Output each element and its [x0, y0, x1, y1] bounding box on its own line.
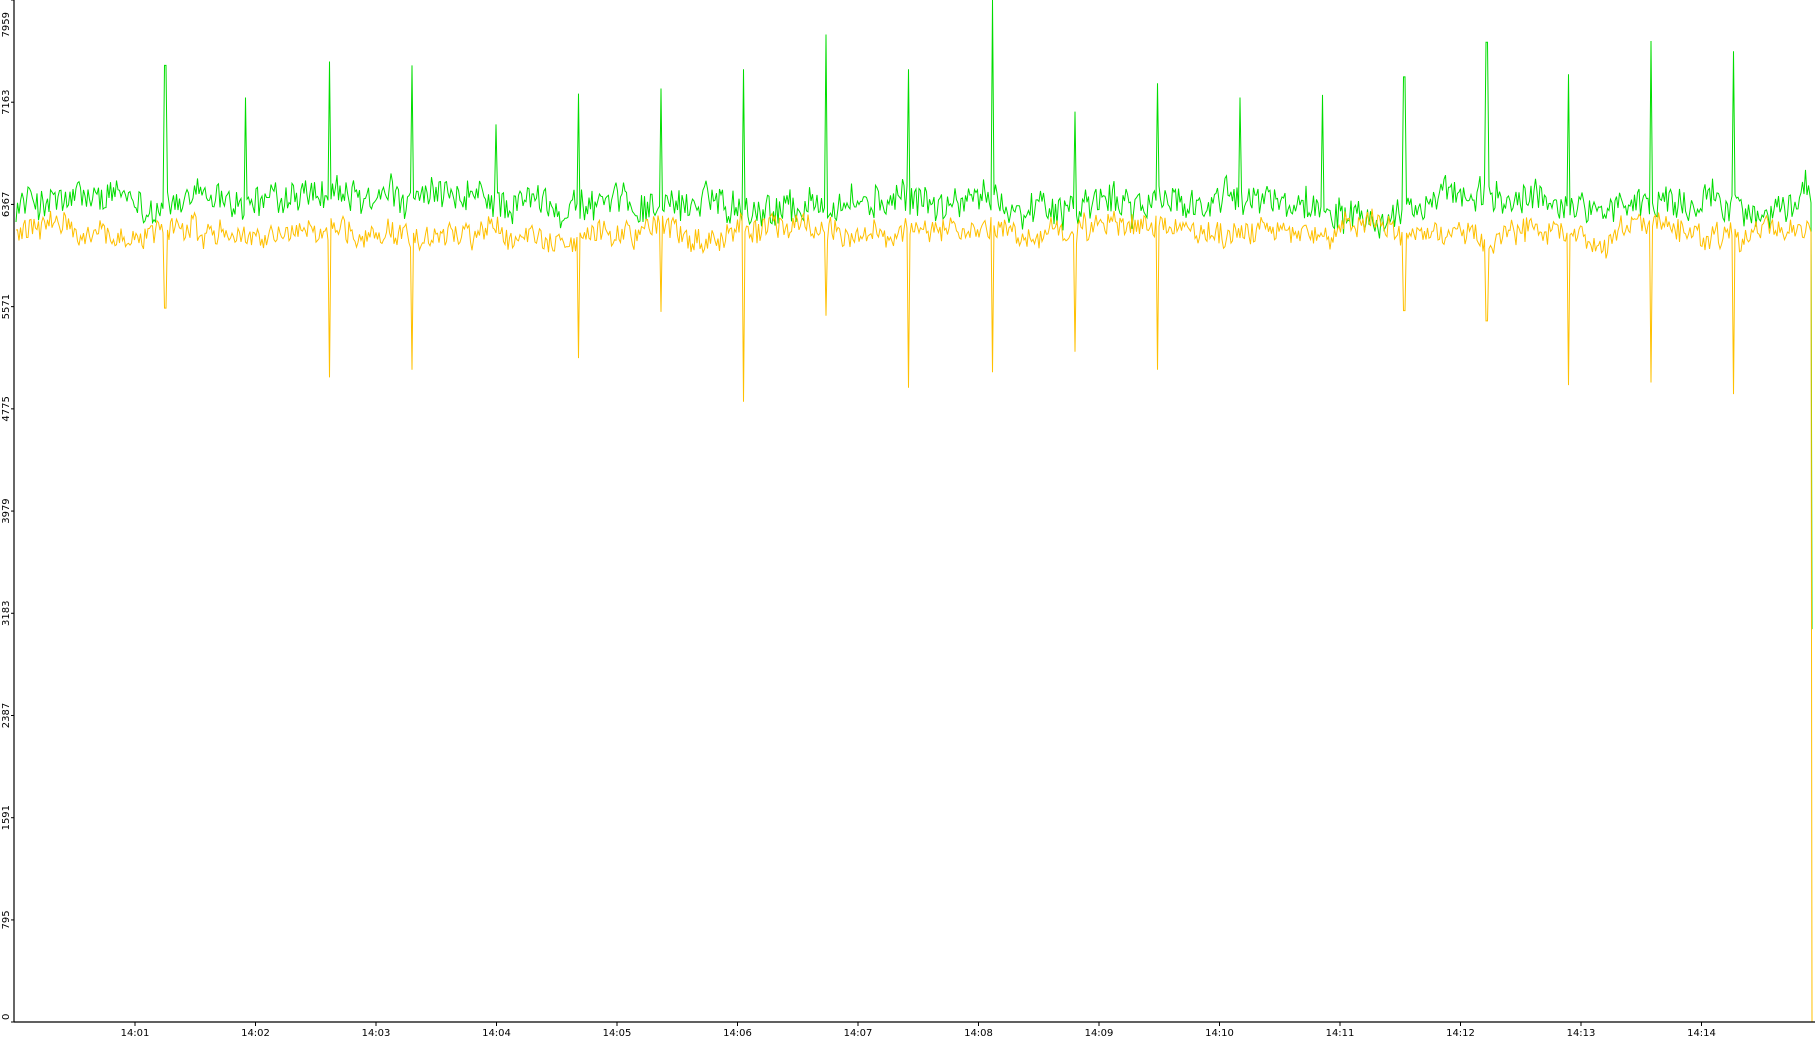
- series-line-1: [15, 0, 1813, 630]
- x-tick-label: 14:05: [603, 1028, 632, 1039]
- y-tick-label: 7959: [1, 12, 12, 37]
- y-tick-label: 3183: [1, 601, 12, 626]
- y-tick-label: 2387: [1, 703, 12, 728]
- line-chart: 0 795 1591 2387 3183 3979 4775 5571 6367 7163 7959…: [1, 0, 1815, 1039]
- x-tick-label: 14:10: [1205, 1028, 1234, 1039]
- y-tick-label: 5571: [1, 294, 12, 319]
- series-layer: [15, 0, 1813, 1023]
- series-line-2: [15, 208, 1813, 1023]
- y-tick-label: 3979: [1, 498, 12, 523]
- y-axis-ticks: 0 795 1591 2387 3183 3979 4775 5571 6367 7163 7959: [1, 0, 14, 1023]
- x-tick-label: 14:04: [482, 1028, 511, 1039]
- x-tick-label: 14:07: [844, 1028, 873, 1039]
- x-tick-label: 14:09: [1085, 1028, 1114, 1039]
- x-tick-label: 14:11: [1326, 1028, 1355, 1039]
- x-tick-label: 14:13: [1567, 1028, 1596, 1039]
- x-tick-label: 14:02: [241, 1028, 270, 1039]
- x-axis-ticks: 14:01 14:02 14:03 14:04 14:05 14:06 14:07 14:08…: [121, 1022, 1716, 1039]
- x-tick-label: 14:08: [964, 1028, 993, 1039]
- x-tick-label: 14:01: [121, 1028, 150, 1039]
- y-tick-label: 0: [1, 1014, 12, 1020]
- y-tick-label: 6367: [1, 192, 12, 217]
- x-tick-label: 14:12: [1446, 1028, 1475, 1039]
- x-tick-label: 14:14: [1687, 1028, 1716, 1039]
- y-tick-label: 4775: [1, 396, 12, 421]
- x-tick-label: 14:06: [723, 1028, 752, 1039]
- x-tick-label: 14:03: [362, 1028, 391, 1039]
- y-tick-label: 1591: [1, 805, 12, 830]
- y-tick-label: 795: [1, 910, 12, 929]
- y-tick-label: 7163: [1, 89, 12, 114]
